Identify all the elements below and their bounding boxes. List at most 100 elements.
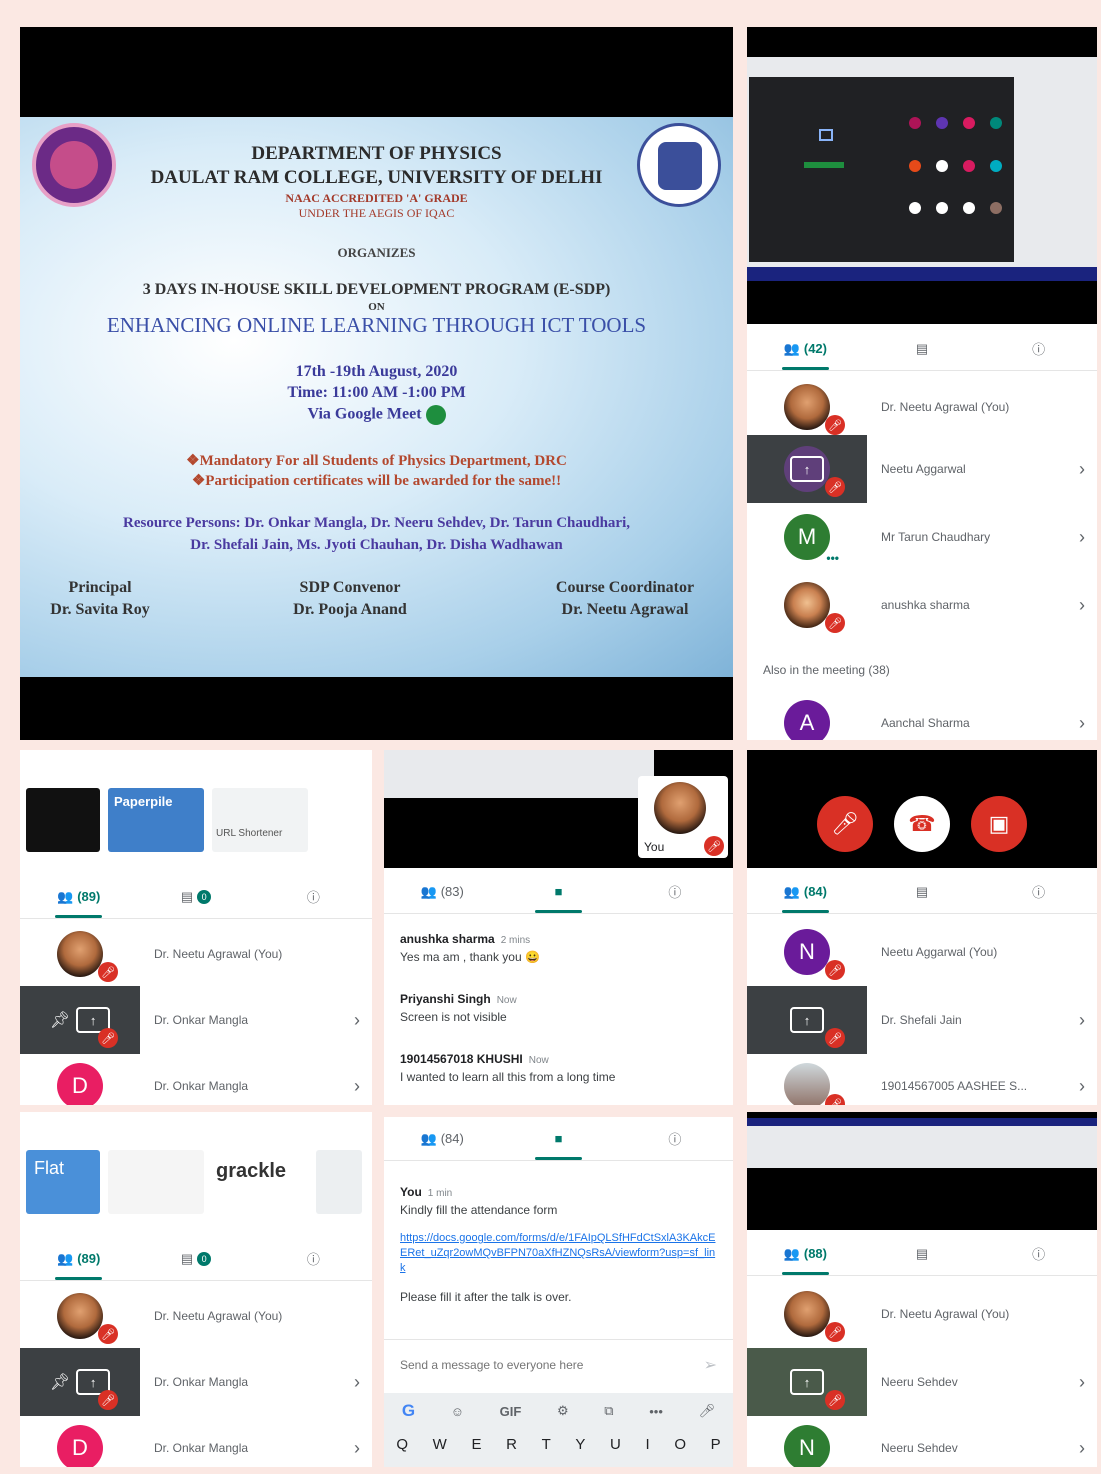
participant-row[interactable]: ↑ 🎤︎ Neeru Sehdev › [747,1348,1097,1416]
tab-info[interactable]: ⓘ [617,870,733,913]
translate-icon[interactable]: ⧉ [604,1403,613,1419]
message-header: anushka sharma 2 mins [400,932,720,946]
chat-icon: ▤ [915,340,929,356]
tab-chat[interactable]: ▤ 0 [137,1237,254,1280]
emoji-icon[interactable]: ☺ [451,1404,464,1419]
thumb-url-shortener[interactable]: URL Shortener [212,788,308,852]
tab-chat[interactable]: ■ [500,1117,616,1160]
message-header: You 1 min [400,1185,720,1199]
participant-name: Dr. Onkar Mangla [154,1013,249,1027]
participant-row[interactable]: 🎤︎ Dr. Neetu Agrawal (You) [20,920,372,988]
mic-icon[interactable]: 🎤︎ [699,1403,716,1419]
tile [909,202,921,215]
thumb-partial[interactable] [316,788,356,852]
participant-row[interactable]: 🎤︎ Dr. Neetu Agrawal (You) [747,1280,1097,1348]
tab-chat[interactable]: ▤ [864,1232,981,1275]
chevron-right-icon[interactable]: › [1067,595,1097,616]
thumb-code[interactable] [26,788,100,852]
send-icon[interactable]: ➢ [704,1355,717,1375]
tab-info[interactable]: ⓘ [980,327,1097,370]
participant-row[interactable]: 🎤︎ Dr. Neetu Agrawal (You) [747,373,1097,441]
tab-people[interactable]: 👥 (89) [20,875,137,918]
chevron-right-icon[interactable]: › [342,1438,372,1459]
message-input[interactable] [400,1357,704,1372]
chevron-right-icon[interactable]: › [342,1076,372,1097]
chat-message: 19014567018 KHUSHI Now I wanted to learn … [400,1052,720,1084]
tab-people[interactable]: 👥 (42) [747,327,864,370]
google-icon[interactable]: G [402,1401,415,1421]
participant-row[interactable]: 🎤︎ Dr. Neetu Agrawal (You) [20,1282,372,1350]
tab-info[interactable]: ⓘ [980,1232,1097,1275]
more-icon[interactable]: ••• [649,1404,663,1419]
key[interactable]: P [711,1436,721,1453]
key[interactable]: Y [575,1436,585,1453]
chevron-right-icon[interactable]: › [342,1010,372,1031]
participant-row[interactable]: N••• Neeru Sehdev › [747,1414,1097,1467]
key[interactable]: R [506,1436,517,1453]
chevron-right-icon[interactable]: › [1067,459,1097,480]
participant-name: Aanchal Sharma [881,716,970,730]
participant-row[interactable]: A Aanchal Sharma › [747,689,1097,740]
tab-people[interactable]: 👥 (84) [384,1117,500,1160]
key[interactable]: W [433,1436,447,1453]
thumb-signature[interactable] [108,1150,204,1214]
participant-row[interactable]: N 🎤︎ Neetu Aggarwal (You) [747,918,1097,986]
participant-row[interactable]: ↑ 🎤︎ Neetu Aggarwal › [747,435,1097,503]
chat-icon: ▤ [915,1245,929,1261]
participant-row[interactable]: 🎤︎ 19014567005 AASHEE S... › [747,1052,1097,1105]
form-link[interactable]: https://docs.google.com/forms/d/e/1FAIpQ… [400,1231,720,1276]
settings-icon[interactable]: ⚙ [557,1403,569,1419]
tab-info[interactable]: ⓘ [617,1117,733,1160]
tab-chat[interactable]: ▤ [864,870,981,913]
tab-chat[interactable]: ■ [500,870,616,913]
participant-row[interactable]: D••• Dr. Onkar Mangla › [20,1414,372,1467]
participant-row[interactable]: M ••• Mr Tarun Chaudhary › [747,503,1097,571]
tab-people[interactable]: 👥 (83) [384,870,500,913]
thumb-word-cloud[interactable] [316,1150,362,1214]
chevron-right-icon[interactable]: › [1067,1372,1097,1393]
keyboard: G ☺ GIF ⚙ ⧉ ••• 🎤︎ Q W E R T Y U I O P [384,1393,733,1467]
thumb-flat[interactable]: Flat [26,1150,100,1214]
tab-chat[interactable]: ▤ [864,327,981,370]
key[interactable]: I [646,1436,650,1453]
tab-people[interactable]: 👥 (84) [747,870,864,913]
tab-info[interactable]: ⓘ [255,875,372,918]
chat-message: You 1 min Kindly fill the attendance form… [400,1185,720,1304]
tab-people[interactable]: 👥 (88) [747,1232,864,1275]
thumb-grackle[interactable]: grackle [212,1150,308,1214]
key[interactable]: T [542,1436,551,1453]
poster-program: 3 DAYS IN-HOUSE SKILL DEVELOPMENT PROGRA… [142,281,611,298]
participant-row[interactable]: D Dr. Onkar Mangla › [20,1052,372,1105]
chevron-right-icon[interactable]: › [1067,1076,1097,1097]
chevron-right-icon[interactable]: › [1067,1438,1097,1459]
meet-panel-6: 👥 (84) ■ ⓘ You 1 min Kindly fill the atten… [384,1117,733,1467]
participant-row[interactable]: 🎤︎ anushka sharma › [747,571,1097,639]
chevron-right-icon[interactable]: › [1067,713,1097,734]
chat-message: anushka sharma 2 mins Yes ma am , thank y… [400,932,720,964]
key[interactable]: Q [396,1436,408,1453]
chevron-right-icon[interactable]: › [1067,527,1097,548]
participant-row[interactable]: 📌︎ ↑ 🎤︎ Dr. Onkar Mangla › [20,1348,372,1416]
tab-info[interactable]: ⓘ [980,870,1097,913]
poster-theme: ENHANCING ONLINE LEARNING THROUGH ICT TO… [106,313,647,337]
participant-row[interactable]: 📌︎ ↑ 🎤︎ Dr. Onkar Mangla › [20,986,372,1054]
chat-message: Priyanshi Singh Now Screen is not visible [400,992,720,1024]
camera-off-button[interactable]: ▣ [971,796,1027,852]
event-poster: DEPARTMENT OF PHYSICS DAULAT RAM COLLEGE… [20,117,733,677]
end-call-button[interactable]: ☎︎ [894,796,950,852]
mic-off-icon: 🎤︎ [825,415,845,435]
participant-row[interactable]: ↑ 🎤︎ Dr. Shefali Jain › [747,986,1097,1054]
thumb-paperpile[interactable]: Paperpile [108,788,204,852]
key[interactable]: E [471,1436,481,1453]
message-text: Please fill it after the talk is over. [400,1290,572,1304]
tab-people[interactable]: 👥 (89) [20,1237,137,1280]
gif-button[interactable]: GIF [500,1404,522,1419]
chevron-right-icon[interactable]: › [342,1372,372,1393]
key[interactable]: U [610,1436,621,1453]
mic-off-button[interactable]: 🎤︎ [817,796,873,852]
key[interactable]: O [674,1436,686,1453]
chevron-right-icon[interactable]: › [1067,1010,1097,1031]
tab-info[interactable]: ⓘ [255,1237,372,1280]
poster-mandatory: ❖Mandatory For all Students of Physics D… [186,453,567,469]
tab-chat[interactable]: ▤ 0 [137,875,254,918]
